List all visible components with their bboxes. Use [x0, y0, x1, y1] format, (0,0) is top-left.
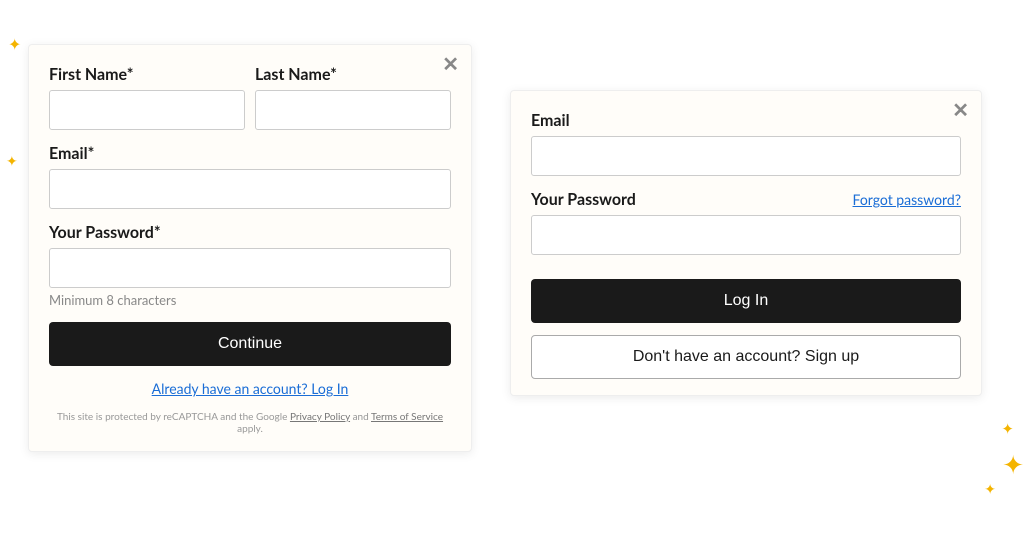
first-name-input[interactable]: [49, 90, 245, 130]
sparkle-icon: ✦: [1002, 448, 1024, 481]
password-hint: Minimum 8 characters: [49, 292, 451, 308]
password-label: Your Password: [531, 190, 636, 209]
last-name-label: Last Name*: [255, 65, 451, 84]
legal-suffix: apply.: [237, 423, 263, 435]
email-label: Email*: [49, 144, 451, 163]
sparkle-icon: ✦: [6, 152, 18, 170]
password-field-group: Your Password* Minimum 8 characters: [49, 223, 451, 308]
email-field-group: Email*: [49, 144, 451, 209]
close-icon[interactable]: ✕: [952, 101, 969, 121]
email-field-group: Email: [531, 111, 961, 176]
legal-prefix: This site is protected by reCAPTCHA and …: [57, 411, 290, 423]
sparkle-icon: ✦: [1001, 420, 1014, 438]
switch-to-login-link[interactable]: Already have an account? Log In: [49, 380, 451, 397]
signup-modal: ✕ First Name* Last Name* Email* Your Pas…: [28, 44, 472, 452]
switch-to-signup-button[interactable]: Don't have an account? Sign up: [531, 335, 961, 379]
last-name-input[interactable]: [255, 90, 451, 130]
terms-of-service-link[interactable]: Terms of Service: [371, 411, 443, 423]
password-input[interactable]: [531, 215, 961, 255]
legal-and: and: [350, 411, 371, 423]
continue-button[interactable]: Continue: [49, 322, 451, 366]
last-name-field-group: Last Name*: [255, 65, 451, 130]
login-button[interactable]: Log In: [531, 279, 961, 323]
password-label: Your Password*: [49, 223, 451, 242]
email-label: Email: [531, 111, 961, 130]
privacy-policy-link[interactable]: Privacy Policy: [290, 411, 350, 423]
email-input[interactable]: [531, 136, 961, 176]
first-name-label: First Name*: [49, 65, 245, 84]
close-icon[interactable]: ✕: [442, 55, 459, 75]
forgot-password-link[interactable]: Forgot password?: [853, 191, 961, 208]
password-field-group: Your Password Forgot password?: [531, 190, 961, 255]
sparkle-icon: ✦: [8, 35, 21, 54]
login-modal: ✕ Email Your Password Forgot password? L…: [510, 90, 982, 396]
email-input[interactable]: [49, 169, 451, 209]
sparkle-icon: ✦: [984, 480, 996, 498]
first-name-field-group: First Name*: [49, 65, 245, 130]
legal-text: This site is protected by reCAPTCHA and …: [49, 411, 451, 435]
password-input[interactable]: [49, 248, 451, 288]
